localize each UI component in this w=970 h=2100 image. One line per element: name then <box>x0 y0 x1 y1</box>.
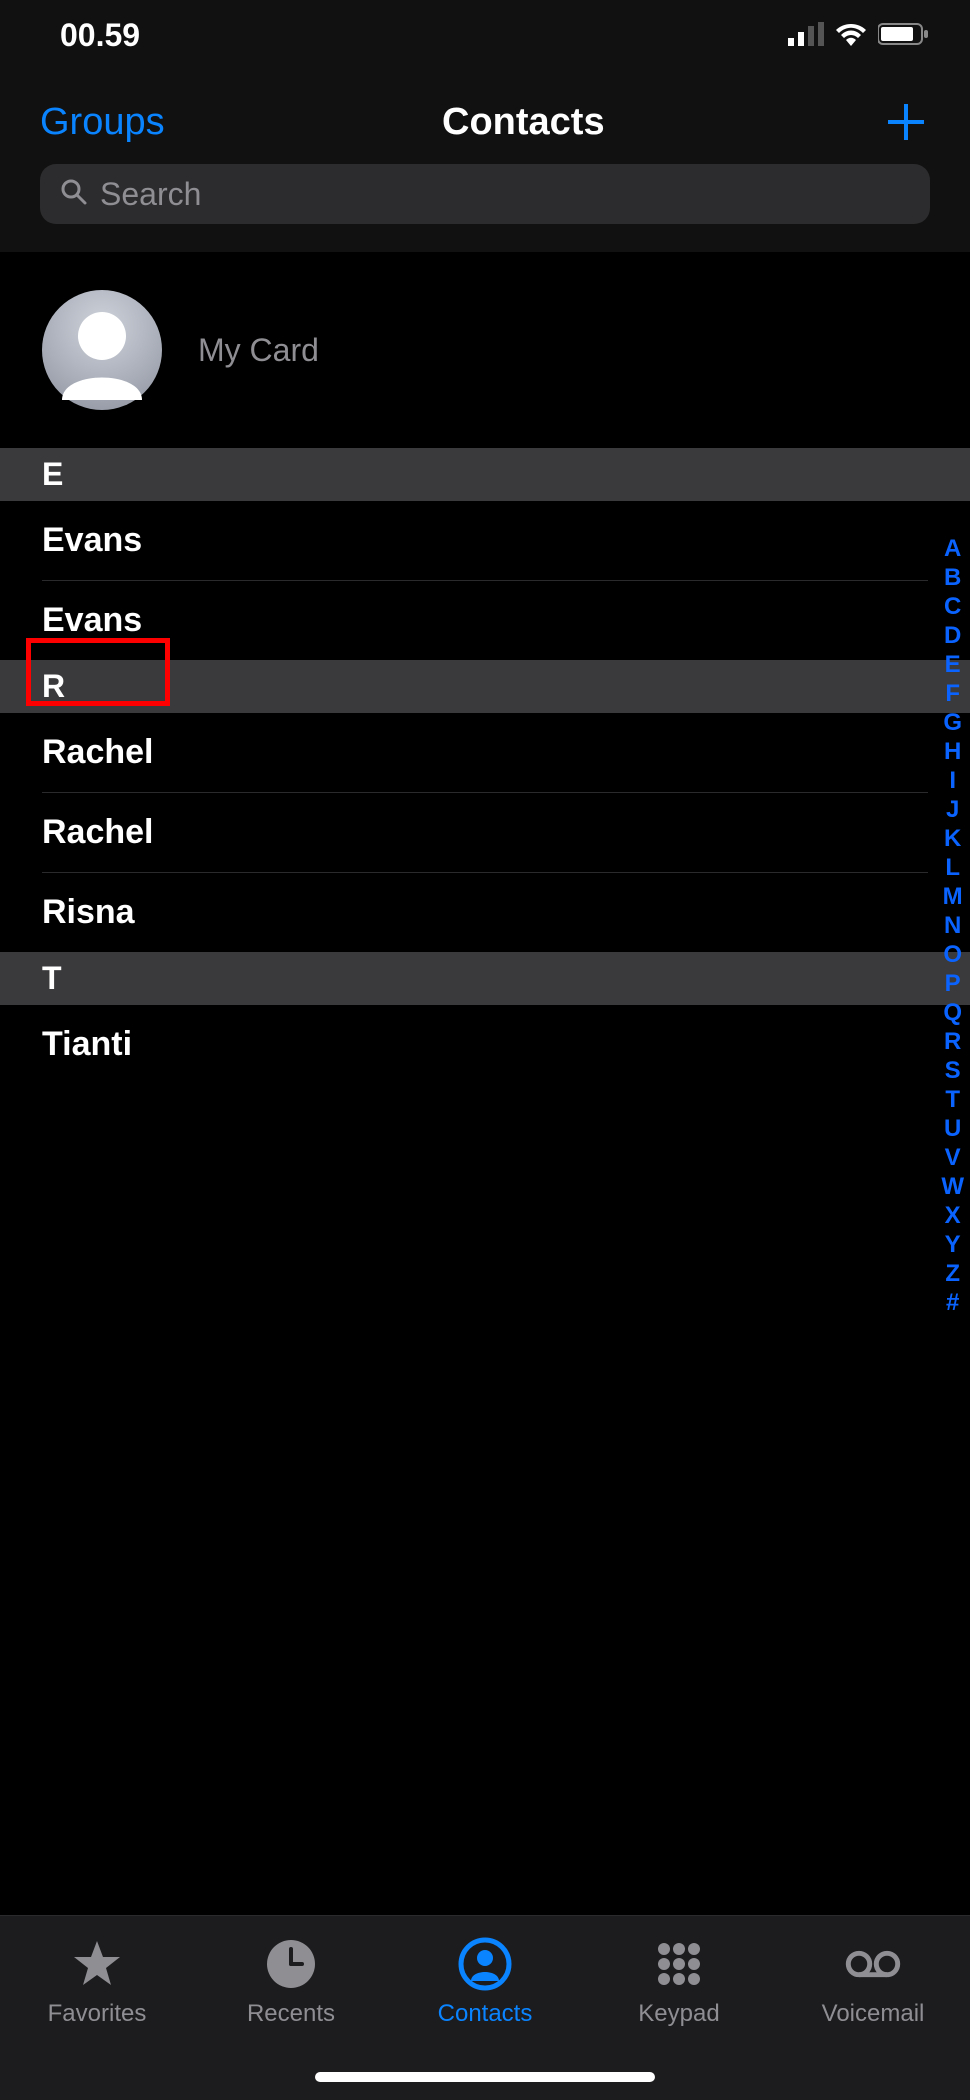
tab-label: Recents <box>247 2000 335 2028</box>
index-letter[interactable]: Y <box>945 1231 961 1258</box>
section-header-t: T <box>0 952 970 1005</box>
contact-row[interactable]: Rachel <box>42 793 928 873</box>
index-letter[interactable]: O <box>943 941 962 968</box>
search-icon <box>60 178 88 211</box>
wifi-icon <box>834 17 868 54</box>
index-letter[interactable]: M <box>943 883 963 910</box>
index-letter[interactable]: I <box>949 767 956 794</box>
home-indicator[interactable] <box>315 2072 655 2082</box>
search-input[interactable] <box>100 176 910 213</box>
tab-label: Favorites <box>48 2000 147 2028</box>
page-title: Contacts <box>442 101 605 144</box>
index-letter[interactable]: T <box>945 1086 960 1113</box>
tab-label: Keypad <box>638 2000 719 2028</box>
index-letter[interactable]: N <box>944 912 961 939</box>
index-letter[interactable]: L <box>945 854 960 881</box>
groups-button[interactable]: Groups <box>40 101 165 144</box>
index-letter[interactable]: F <box>945 680 960 707</box>
add-contact-button[interactable] <box>882 100 930 144</box>
avatar <box>42 290 162 410</box>
index-letter[interactable]: Q <box>943 999 962 1026</box>
tab-recents[interactable]: Recents <box>194 1936 388 2028</box>
index-letter[interactable]: A <box>944 535 961 562</box>
status-bar: 00.59 <box>0 0 970 70</box>
nav-header: Groups Contacts <box>0 70 970 164</box>
my-card-label: My Card <box>198 332 319 369</box>
voicemail-icon <box>845 1936 901 1992</box>
index-letter[interactable]: G <box>943 709 962 736</box>
tab-keypad[interactable]: Keypad <box>582 1936 776 2028</box>
index-letter[interactable]: W <box>941 1173 964 1200</box>
tab-contacts[interactable]: Contacts <box>388 1936 582 2028</box>
index-letter[interactable]: Z <box>945 1260 960 1287</box>
contact-row[interactable]: Evans <box>42 581 928 660</box>
alpha-index[interactable]: A B C D E F G H I J K L M N O P Q R S T … <box>941 535 964 1316</box>
tab-voicemail[interactable]: Voicemail <box>776 1936 970 2028</box>
index-letter[interactable]: S <box>945 1057 961 1084</box>
index-letter[interactable]: K <box>944 825 961 852</box>
cellular-icon <box>788 17 824 54</box>
status-indicators <box>788 17 930 54</box>
battery-icon <box>878 17 930 54</box>
index-letter[interactable]: P <box>945 970 961 997</box>
contact-row[interactable]: Rachel <box>42 713 928 793</box>
tab-label: Voicemail <box>822 2000 925 2028</box>
tab-label: Contacts <box>438 2000 533 2028</box>
person-circle-icon <box>457 1936 513 1992</box>
index-letter[interactable]: C <box>944 593 961 620</box>
index-letter[interactable]: # <box>946 1289 959 1316</box>
contact-row[interactable]: Risna <box>42 873 928 952</box>
my-card-row[interactable]: My Card <box>0 252 970 448</box>
section-header-r: R <box>0 660 970 713</box>
search-container <box>0 164 970 252</box>
tab-favorites[interactable]: Favorites <box>0 1936 194 2028</box>
index-letter[interactable]: U <box>944 1115 961 1142</box>
index-letter[interactable]: H <box>944 738 961 765</box>
person-icon <box>42 290 162 410</box>
section-header-e: E <box>0 448 970 501</box>
index-letter[interactable]: R <box>944 1028 961 1055</box>
index-letter[interactable]: D <box>944 622 961 649</box>
index-letter[interactable]: J <box>946 796 959 823</box>
index-letter[interactable]: X <box>945 1202 961 1229</box>
clock-icon <box>263 1936 319 1992</box>
plus-icon <box>884 100 928 144</box>
keypad-icon <box>651 1936 707 1992</box>
index-letter[interactable]: B <box>944 564 961 591</box>
index-letter[interactable]: V <box>945 1144 961 1171</box>
status-time: 00.59 <box>60 17 140 54</box>
contact-row[interactable]: Evans <box>42 501 928 581</box>
index-letter[interactable]: E <box>945 651 961 678</box>
search-bar[interactable] <box>40 164 930 224</box>
star-icon <box>69 1936 125 1992</box>
contact-row[interactable]: Tianti <box>42 1005 928 1084</box>
